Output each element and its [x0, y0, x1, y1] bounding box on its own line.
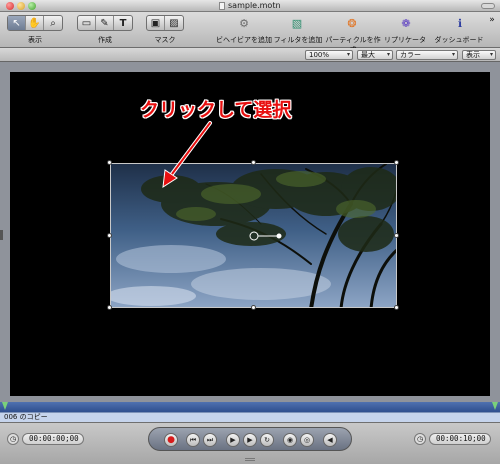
rectangle-icon: ▭ [81, 17, 92, 29]
window-titlebar: sample.motn [0, 0, 500, 12]
audio-icon: ◉ [286, 436, 294, 444]
toolbar-toggle-button[interactable] [481, 3, 495, 9]
pen-icon: ✎ [100, 17, 109, 29]
current-time-icon: ◷ [7, 433, 19, 445]
play-button[interactable]: ▶ [243, 433, 257, 447]
mask-bezier-icon: ▨ [169, 17, 179, 29]
make-particles-button[interactable]: ❂ [344, 15, 360, 31]
play-icon: ▶ [247, 436, 253, 444]
hand-tool[interactable]: ✋ [26, 16, 44, 30]
tree-sky-photo [111, 164, 396, 307]
play-from-start-icon: ▶ [230, 436, 236, 444]
add-behavior-label: ビヘイビアを追加 [216, 36, 272, 44]
filter-icon: ▧ [291, 16, 303, 30]
loop-button[interactable]: ↻ [260, 433, 274, 447]
behavior-gear-icon: ⚙ [239, 16, 249, 30]
hand-icon: ✋ [28, 17, 41, 29]
zoom-window-button[interactable] [28, 2, 36, 10]
close-window-button[interactable] [6, 2, 14, 10]
display-value: 表示 [466, 51, 480, 59]
resolution-value: 最大 [361, 51, 375, 59]
resize-handle-bottom[interactable] [251, 305, 256, 310]
mini-timeline[interactable] [0, 402, 500, 412]
resize-handle-top[interactable] [251, 160, 256, 165]
particle-icon: ❂ [347, 16, 357, 30]
text-tool[interactable]: T [114, 16, 132, 30]
dashboard-info-icon: ℹ [457, 16, 463, 30]
display-popup[interactable]: 表示 ▾ [462, 50, 496, 60]
mask-rectangle-icon: ▣ [150, 17, 161, 29]
audio-button[interactable]: ◉ [283, 433, 297, 447]
go-to-start-button[interactable]: ⏮ [186, 433, 200, 447]
channel-popup[interactable]: カラー ▾ [396, 50, 458, 60]
go-to-end-icon: ◀ [327, 436, 333, 444]
play-from-start-button[interactable]: ▶ [226, 433, 240, 447]
arrow-icon: ↖ [12, 17, 21, 29]
step-back-icon: ⏭ [206, 436, 214, 444]
zoom-level-value: 100% [309, 51, 330, 59]
rectangle-tool[interactable]: ▭ [78, 16, 96, 30]
loop-icon: ↻ [264, 436, 270, 444]
toolbar: ↖ ✋ ⌕ 表示 ▭ ✎ T 作成 ▣ ▨ マスク ⚙ ビヘイビアを追加 ▧ フ… [0, 12, 500, 54]
resize-handle-top-left[interactable] [107, 160, 112, 165]
window-title: sample.motn [228, 1, 281, 10]
resize-handle-left[interactable] [107, 233, 112, 238]
go-to-end-button[interactable]: ◀ [323, 433, 337, 447]
replicator-button[interactable]: ❁ [398, 15, 414, 31]
mute-icon: ◎ [303, 436, 311, 444]
zoom-tool[interactable]: ⌕ [44, 16, 62, 30]
resolution-popup[interactable]: 最大 ▾ [357, 50, 393, 60]
popup-arrows-icon: ▾ [451, 51, 455, 58]
view-options-bar: 100% ▾ 最大 ▾ カラー ▾ 表示 ▾ [0, 48, 500, 62]
toolbar-overflow-button[interactable]: » [486, 12, 498, 28]
document-icon [219, 2, 225, 10]
resize-handle-bottom-right[interactable] [394, 305, 399, 310]
replicator-label: リプリケータ [384, 36, 426, 44]
go-to-start-icon: ⏮ [189, 436, 197, 444]
add-filter-label: フィルタを追加 [273, 36, 323, 44]
resize-handle-bottom-left[interactable] [107, 305, 112, 310]
selected-layer-name: 006 のコピー [0, 412, 500, 422]
selected-image-layer[interactable] [110, 163, 397, 308]
resize-handle-right[interactable] [394, 233, 399, 238]
transport-button-group: ● ⏮ ⏭ ▶ ▶ ↻ ◉ ◎ ◀ [148, 427, 352, 451]
mask-tools-label: マスク [154, 36, 176, 44]
mute-button[interactable]: ◎ [300, 433, 314, 447]
duration-field[interactable]: 00:00:10;00 [429, 433, 491, 445]
step-back-button[interactable]: ⏭ [203, 433, 217, 447]
channel-value: カラー [400, 51, 421, 59]
view-tools-group: ↖ ✋ ⌕ [7, 15, 63, 31]
popup-arrows-icon: ▾ [386, 51, 390, 58]
record-button[interactable]: ● [164, 433, 178, 447]
mask-rectangle-tool[interactable]: ▣ [147, 16, 165, 30]
window-resize-grip[interactable] [245, 458, 255, 461]
zoom-level-popup[interactable]: 100% ▾ [305, 50, 353, 60]
create-tools-label: 作成 [98, 36, 112, 44]
popup-arrows-icon: ▾ [489, 51, 493, 58]
add-behavior-button[interactable]: ⚙ [236, 15, 252, 31]
duration-icon: ◷ [414, 433, 426, 445]
replicator-icon: ❁ [401, 16, 411, 30]
mask-tools-group: ▣ ▨ [146, 15, 184, 31]
magnifier-icon: ⌕ [50, 17, 56, 29]
create-tools-group: ▭ ✎ T [77, 15, 133, 31]
selection-arrow-tool[interactable]: ↖ [8, 16, 26, 30]
minimize-window-button[interactable] [17, 2, 25, 10]
add-filter-button[interactable]: ▧ [289, 15, 305, 31]
annotation-arrow-icon [162, 121, 212, 188]
current-time-field[interactable]: 00:00:00;00 [22, 433, 84, 445]
record-icon: ● [167, 435, 175, 445]
mask-bezier-tool[interactable]: ▨ [165, 16, 183, 30]
resize-handle-top-right[interactable] [394, 160, 399, 165]
bezier-tool[interactable]: ✎ [96, 16, 114, 30]
popup-arrows-icon: ▾ [346, 51, 350, 58]
canvas-side-handle[interactable] [0, 230, 3, 240]
view-tools-label: 表示 [28, 36, 42, 44]
text-icon: T [119, 17, 127, 29]
dashboard-button[interactable]: ℹ [452, 15, 468, 31]
dashboard-label: ダッシュボード [434, 36, 484, 44]
